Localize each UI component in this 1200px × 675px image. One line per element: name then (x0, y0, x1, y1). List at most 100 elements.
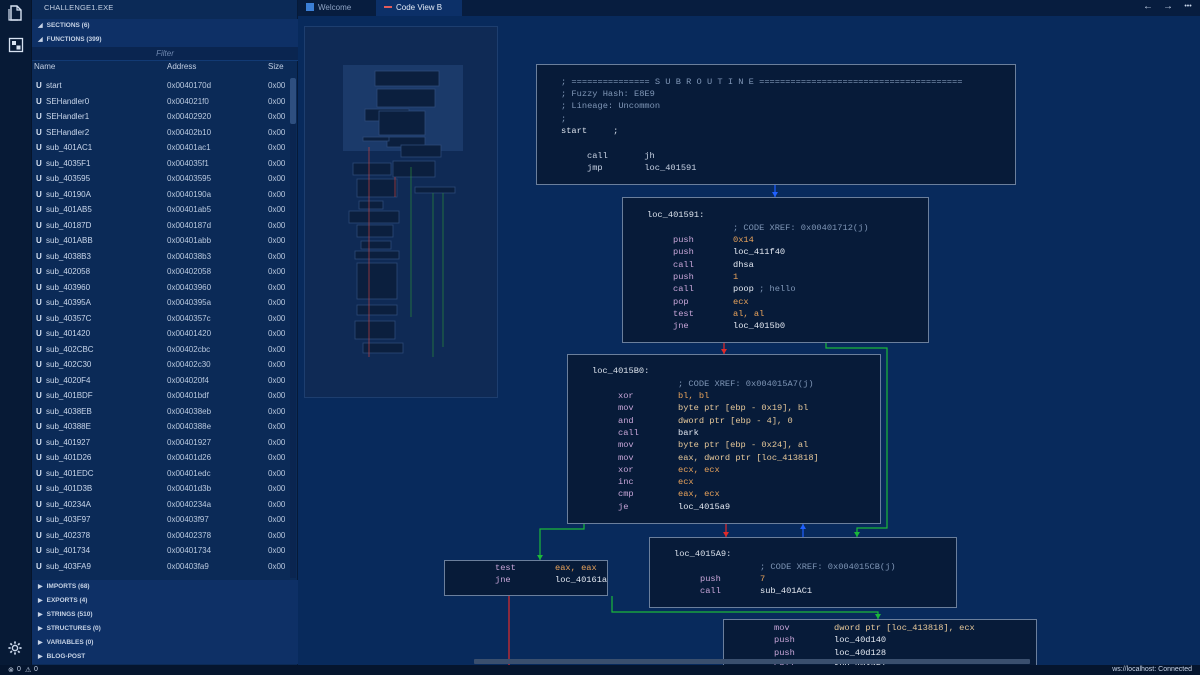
back-arrow-icon[interactable]: ← (1142, 1, 1154, 12)
operand[interactable]: ecx (678, 477, 694, 487)
code-block-test-eax[interactable]: test eax, eax jne loc_40161a (444, 560, 608, 596)
function-row[interactable]: U SEHandler1 0x00402920 0x00 (32, 109, 290, 125)
section-blog-post[interactable]: ▶ BLOG-POST (32, 650, 298, 664)
operand[interactable]: 0x14 (733, 235, 754, 245)
instruction-line[interactable]: jmp loc_401591 (587, 163, 696, 173)
operand[interactable]: bark (678, 428, 699, 438)
operand[interactable]: dword ptr [ebp - 4], 0 (678, 416, 793, 426)
function-row[interactable]: Usub_401ABB 0x00401abb 0x00 (32, 233, 290, 249)
function-list-scrollbar[interactable] (290, 78, 296, 578)
mnemonic[interactable]: call (700, 586, 721, 596)
mnemonic[interactable]: jne (495, 575, 511, 585)
graph-minimap[interactable] (304, 26, 498, 398)
column-header-address[interactable]: Address (167, 62, 196, 71)
function-row[interactable]: Usub_401EDC 0x00401edc 0x00 (32, 466, 290, 482)
operand[interactable]: sub_401AC1 (760, 586, 812, 596)
operand[interactable]: eax, eax (555, 563, 597, 573)
function-row[interactable]: Usub_401927 0x00401927 0x00 (32, 435, 290, 451)
operand[interactable]: loc_411f40 (733, 247, 785, 257)
section-sections[interactable]: ◢ SECTIONS (6) (32, 19, 298, 33)
function-row[interactable]: Usub_40395A 0x0040395a 0x00 (32, 295, 290, 311)
operand[interactable]: byte ptr [ebp - 0x19], bl (678, 403, 808, 413)
function-row[interactable]: Usub_402378 0x00402378 0x00 (32, 528, 290, 544)
operand[interactable]: loc_40161a (555, 575, 607, 585)
function-row[interactable]: Usub_402058 0x00402058 0x00 (32, 264, 290, 280)
function-row[interactable]: Usub_4038B3 0x004038b3 0x00 (32, 249, 290, 265)
mnemonic[interactable]: cmp (618, 489, 634, 499)
function-row[interactable]: Ustart 0x0040170d 0x00 (32, 78, 290, 94)
mnemonic[interactable]: push (673, 272, 694, 282)
column-header-name[interactable]: Name (34, 62, 55, 71)
operand[interactable]: ecx (733, 297, 749, 307)
mnemonic[interactable]: push (673, 235, 694, 245)
operand[interactable]: loc_4015a9 (678, 502, 730, 512)
function-graph-icon[interactable] (8, 37, 24, 53)
mnemonic[interactable]: and (618, 416, 634, 426)
forward-arrow-icon[interactable]: → (1162, 1, 1174, 12)
function-row[interactable]: Usub_403F97 0x00403f97 0x00 (32, 512, 290, 528)
block-label[interactable]: loc_4015A9: (674, 549, 731, 559)
mnemonic[interactable]: test (495, 563, 516, 573)
function-row[interactable]: Usub_40190A 0x0040190a 0x00 (32, 187, 290, 203)
more-actions-icon[interactable]: ••• (1182, 3, 1194, 10)
function-row[interactable]: Usub_401D3B 0x00401d3b 0x00 (32, 481, 290, 497)
operand[interactable]: loc_4015b0 (733, 321, 785, 331)
block-label[interactable]: loc_4015B0: (592, 366, 649, 376)
operand[interactable]: loc_40d128 (834, 648, 886, 658)
mnemonic[interactable]: push (774, 635, 795, 645)
function-row[interactable]: U SEHandler0 0x004021f0 0x00 (32, 94, 290, 110)
function-row[interactable]: Usub_40388E 0x0040388e 0x00 (32, 419, 290, 435)
mnemonic[interactable]: xor (618, 465, 634, 475)
operand[interactable]: eax, ecx (678, 489, 720, 499)
function-row[interactable]: Usub_401420 0x00401420 0x00 (32, 326, 290, 342)
section-strings[interactable]: ▶ STRINGS (510) (32, 608, 298, 622)
mnemonic[interactable]: jne (673, 321, 689, 331)
function-row[interactable]: Usub_401AC1 0x00401ac1 0x00 (32, 140, 290, 156)
mnemonic[interactable]: push (774, 648, 795, 658)
column-header-size[interactable]: Size (268, 62, 284, 71)
canvas-horizontal-scrollbar[interactable] (474, 659, 1030, 664)
function-list-scroll-thumb[interactable] (290, 78, 296, 124)
section-variables[interactable]: ▶ VARIABLES (0) (32, 636, 298, 650)
function-row[interactable]: Usub_40187D 0x0040187d 0x00 (32, 218, 290, 234)
mnemonic[interactable]: xor (618, 391, 634, 401)
mnemonic[interactable]: mov (774, 623, 790, 633)
code-block-loc-4015a9[interactable]: loc_4015A9: ; CODE XREF: 0x004015CB(j) p… (649, 537, 957, 608)
mnemonic[interactable]: push (700, 574, 721, 584)
section-structures[interactable]: ▶ STRUCTURES (0) (32, 622, 298, 636)
operand[interactable]: al, al (733, 309, 764, 319)
operand[interactable]: ecx, ecx (678, 465, 720, 475)
function-row[interactable]: Usub_403FA9 0x00403fa9 0x00 (32, 559, 290, 575)
code-block-loc-4015b0[interactable]: loc_4015B0: ; CODE XREF: 0x004015A7(j) x… (567, 354, 881, 524)
function-row[interactable]: Usub_403960 0x00403960 0x00 (32, 280, 290, 296)
function-row[interactable]: Usub_4038EB 0x004038eb 0x00 (32, 404, 290, 420)
code-graph-canvas[interactable]: ; =============== S U B R O U T I N E ==… (298, 16, 1200, 665)
block-label[interactable]: loc_401591: (647, 210, 704, 220)
function-row[interactable]: Usub_401734 0x00401734 0x00 (32, 543, 290, 559)
function-row[interactable]: Usub_4035F1 0x004035f1 0x00 (32, 156, 290, 172)
mnemonic[interactable]: pop (673, 297, 689, 307)
code-block-loc-401591[interactable]: loc_401591: ; CODE XREF: 0x00401712(j) p… (622, 197, 929, 343)
function-row[interactable]: Usub_403595 0x00403595 0x00 (32, 171, 290, 187)
mnemonic[interactable]: mov (618, 440, 634, 450)
operand[interactable]: poop ; hello (733, 284, 796, 294)
files-icon[interactable] (8, 5, 24, 21)
operand[interactable]: 7 (760, 574, 765, 584)
tab-welcome[interactable]: Welcome (298, 0, 374, 16)
error-icon[interactable]: ⊗ (8, 666, 14, 674)
section-imports[interactable]: ▶ IMPORTS (68) (32, 580, 298, 594)
function-row[interactable]: Usub_401D26 0x00401d26 0x00 (32, 450, 290, 466)
settings-gear-icon[interactable] (8, 641, 24, 657)
filter-input[interactable]: Filter (32, 47, 298, 61)
section-functions[interactable]: ◢ FUNCTIONS (399) (32, 33, 298, 47)
instruction-line[interactable]: call jh (587, 151, 655, 161)
operand[interactable]: bl, bl (678, 391, 709, 401)
mnemonic[interactable]: call (673, 260, 694, 270)
function-row[interactable]: Usub_4020F4 0x004020f4 0x00 (32, 373, 290, 389)
operand[interactable]: byte ptr [ebp - 0x24], al (678, 440, 808, 450)
operand[interactable]: eax, dword ptr [loc_413818] (678, 453, 819, 463)
function-row[interactable]: Usub_40357C 0x0040357c 0x00 (32, 311, 290, 327)
mnemonic[interactable]: test (673, 309, 694, 319)
mnemonic[interactable]: je (618, 502, 628, 512)
function-row[interactable]: Usub_40234A 0x0040234a 0x00 (32, 497, 290, 513)
